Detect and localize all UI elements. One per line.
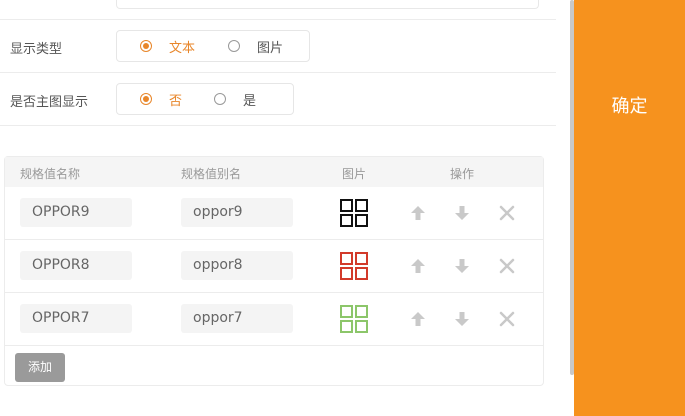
divider: [0, 125, 556, 126]
add-button[interactable]: 添加: [15, 353, 65, 382]
divider: [0, 19, 556, 20]
radio-option-label: 图片: [257, 40, 284, 56]
move-up-icon[interactable]: [409, 204, 427, 222]
display-type-label: 显示类型: [10, 42, 63, 57]
spec-name-input[interactable]: OPPOR8: [20, 251, 132, 280]
header-image: 图片: [342, 167, 367, 181]
radio-checked-icon: [140, 40, 152, 52]
table-row: OPPOR9 oppor9: [5, 187, 543, 240]
image-grid-icon[interactable]: [340, 305, 368, 333]
delete-icon[interactable]: [498, 257, 516, 275]
spec-name-input[interactable]: OPPOR7: [20, 304, 132, 333]
radio-unchecked-icon: [228, 40, 240, 52]
table-row: OPPOR7 oppor7: [5, 293, 543, 346]
radio-option-label: 是: [243, 93, 257, 109]
delete-icon[interactable]: [498, 310, 516, 328]
header-spec-name: 规格值名称: [20, 167, 81, 181]
top-input-field[interactable]: [116, 0, 539, 9]
move-down-icon[interactable]: [453, 204, 471, 222]
spec-alias-input[interactable]: oppor9: [181, 198, 293, 227]
main-image-label: 是否主图显示: [10, 95, 89, 110]
spec-editor-page: 显示类型 文本 图片 是否主图显示 否 是 规格值名称 规格值别名 图片 操作 …: [0, 0, 685, 416]
display-type-radio-group: 文本 图片: [116, 30, 310, 62]
confirm-button[interactable]: 确定: [574, 92, 685, 118]
header-actions: 操作: [450, 167, 475, 181]
radio-option-text[interactable]: 文本: [140, 31, 195, 61]
move-up-icon[interactable]: [409, 310, 427, 328]
divider: [0, 72, 556, 73]
radio-option-label: 文本: [169, 40, 196, 56]
form-area: 显示类型 文本 图片 是否主图显示 否 是 规格值名称 规格值别名 图片 操作 …: [0, 0, 556, 416]
radio-option-image[interactable]: 图片: [228, 31, 283, 61]
table-header: 规格值名称 规格值别名 图片 操作: [5, 157, 543, 187]
move-down-icon[interactable]: [453, 257, 471, 275]
delete-icon[interactable]: [498, 204, 516, 222]
spec-alias-input[interactable]: oppor7: [181, 304, 293, 333]
spec-table: 规格值名称 规格值别名 图片 操作 OPPOR9 oppor9 OPPOR8 o…: [4, 156, 544, 386]
spec-name-input[interactable]: OPPOR9: [20, 198, 132, 227]
move-down-icon[interactable]: [453, 310, 471, 328]
image-grid-icon[interactable]: [340, 252, 368, 280]
confirm-panel[interactable]: 确定: [574, 0, 685, 416]
table-row: OPPOR8 oppor8: [5, 240, 543, 293]
radio-checked-icon: [140, 93, 152, 105]
radio-option-no[interactable]: 否: [140, 84, 182, 114]
main-image-radio-group: 否 是: [116, 83, 294, 115]
header-spec-alias: 规格值别名: [181, 167, 242, 181]
radio-unchecked-icon: [214, 93, 226, 105]
spec-alias-input[interactable]: oppor8: [181, 251, 293, 280]
image-grid-icon[interactable]: [340, 199, 368, 227]
radio-option-yes[interactable]: 是: [214, 84, 256, 114]
radio-option-label: 否: [169, 93, 183, 109]
move-up-icon[interactable]: [409, 257, 427, 275]
